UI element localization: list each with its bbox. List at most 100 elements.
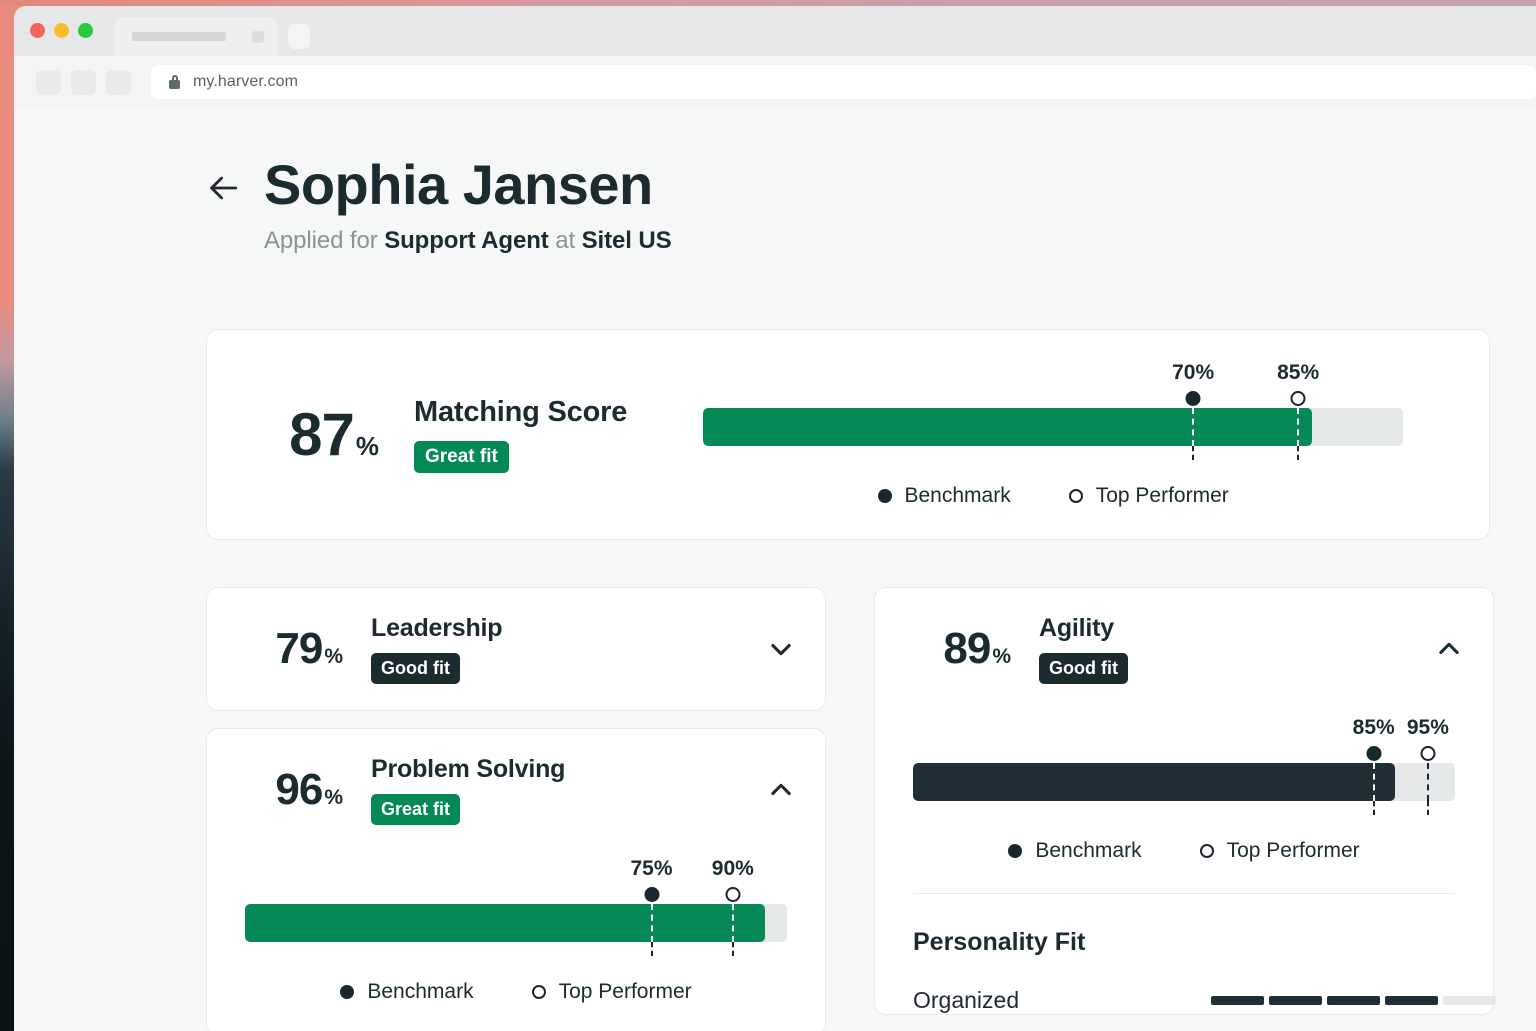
- back-nav-button[interactable]: [36, 70, 61, 95]
- progress-bar-track: [245, 904, 787, 942]
- tab-title-placeholder: [132, 32, 226, 41]
- back-arrow-icon[interactable]: [206, 171, 240, 205]
- legend-top-performer-label: Top Performer: [1227, 839, 1360, 863]
- minimize-window-button[interactable]: [54, 23, 69, 38]
- right-category-column: 89%AgilityGood fit 85% 95% Benchmark Top Per…: [874, 587, 1494, 1031]
- top-performer-marker-label: 90%: [712, 857, 754, 881]
- browser-window: my.harver.com Sophia Jansen Applied fo: [14, 6, 1536, 1031]
- benchmark-bar-dash: [1373, 763, 1375, 801]
- legend-benchmark: Benchmark: [1008, 839, 1141, 863]
- matching-score-percent-symbol: %: [356, 431, 379, 462]
- legend-benchmark: Benchmark: [340, 980, 473, 1004]
- matching-score-bar-chart: 70% 85% Benchmark Top Performer: [703, 361, 1403, 508]
- page-background: my.harver.com Sophia Jansen Applied fo: [0, 0, 1536, 1031]
- category-header-toggle[interactable]: 96% Problem Solving Great fit: [207, 729, 825, 851]
- category-body: 75% 90% Benchmark Top Performer: [207, 851, 825, 1031]
- lock-icon: [169, 75, 180, 89]
- benchmark-legend-dot-icon: [340, 985, 354, 999]
- category-title: Agility: [1039, 614, 1128, 643]
- window-controls[interactable]: [30, 23, 93, 38]
- benchmark-marker-tail: [1192, 446, 1194, 460]
- category-score-number: 79: [275, 627, 322, 671]
- progress-bar-fill: [913, 763, 1395, 801]
- benchmark-marker-label: 75%: [630, 857, 672, 881]
- category-score: 79%: [207, 627, 343, 671]
- trait-rating-segment: [1443, 996, 1496, 1005]
- category-score: 96%: [207, 768, 343, 812]
- top-performer-bar-dash: [1427, 763, 1429, 801]
- trait-rating-segment: [1211, 996, 1264, 1005]
- top-performer-marker-label: 85%: [1277, 361, 1319, 385]
- category-fit-badge: Great fit: [371, 794, 460, 825]
- matching-score-value: 87 %: [207, 405, 379, 465]
- category-title: Leadership: [371, 614, 502, 643]
- bar-marker-tails: [245, 942, 787, 958]
- address-bar-url: my.harver.com: [193, 73, 298, 91]
- subtitle-middle: at: [549, 227, 582, 254]
- bar-marker-labels: 75% 90%: [245, 857, 787, 887]
- browser-toolbar: my.harver.com: [14, 56, 1536, 108]
- progress-bar-fill: [703, 408, 1312, 446]
- top-performer-bar-dash: [1297, 408, 1299, 446]
- subtitle-role: Support Agent: [384, 227, 548, 254]
- subtitle-company: Sitel US: [582, 227, 672, 254]
- progress-bar-track: [913, 763, 1455, 801]
- top-performer-bar-dash: [732, 904, 734, 942]
- browser-tab[interactable]: [114, 17, 278, 56]
- benchmark-marker-label: 70%: [1172, 361, 1214, 385]
- matching-score-fit-badge: Great fit: [414, 441, 509, 473]
- tab-close-icon[interactable]: [252, 31, 264, 43]
- benchmark-marker-label: 85%: [1353, 716, 1395, 740]
- bar-marker-heads: [245, 887, 787, 904]
- category-label-block: Problem Solving Great fit: [371, 755, 565, 825]
- top-performer-legend-ring-icon: [532, 985, 546, 999]
- trait-rating-segment: [1269, 996, 1322, 1005]
- chevron-up-icon[interactable]: [1435, 635, 1463, 663]
- maximize-window-button[interactable]: [78, 23, 93, 38]
- reload-nav-button[interactable]: [106, 70, 131, 95]
- subtitle-prefix: Applied for: [264, 227, 384, 254]
- chevron-up-icon[interactable]: [767, 776, 795, 804]
- legend-benchmark-label: Benchmark: [367, 980, 473, 1004]
- benchmark-legend-dot-icon: [1008, 844, 1022, 858]
- benchmark-marker-dot: [1366, 746, 1381, 761]
- chevron-down-icon[interactable]: [767, 635, 795, 663]
- page-title: Sophia Jansen: [264, 156, 653, 215]
- trait-name: Organized: [913, 987, 1211, 1014]
- legend-top-performer: Top Performer: [532, 980, 692, 1004]
- top-performer-legend-ring-icon: [1200, 844, 1214, 858]
- address-bar[interactable]: my.harver.com: [151, 65, 1536, 99]
- benchmark-marker-tail: [651, 942, 653, 956]
- category-card: 96% Problem Solving Great fit 75% 90% Benchma…: [206, 728, 826, 1031]
- category-label-block: AgilityGood fit: [1039, 614, 1128, 684]
- category-header-toggle[interactable]: 79%LeadershipGood fit: [207, 588, 825, 710]
- top-performer-marker-tail: [1297, 446, 1299, 460]
- category-card: 79%LeadershipGood fit: [206, 587, 826, 711]
- top-performer-marker-ring: [1420, 746, 1435, 761]
- benchmark-bar-dash: [1192, 408, 1194, 446]
- legend-benchmark: Benchmark: [878, 484, 1011, 508]
- legend-top-performer-label: Top Performer: [1096, 484, 1229, 508]
- bar-marker-tails: [913, 801, 1455, 817]
- category-score-percent-symbol: %: [324, 786, 343, 810]
- top-performer-marker-tail: [1427, 801, 1429, 815]
- progress-bar-fill: [245, 904, 765, 942]
- top-performer-marker-ring: [725, 887, 740, 902]
- progress-bar-track: [703, 408, 1403, 446]
- category-header-toggle[interactable]: 89%AgilityGood fit: [875, 588, 1493, 710]
- bar-legend: Benchmark Top Performer: [913, 839, 1455, 863]
- bar-marker-labels: 85% 95%: [913, 716, 1455, 746]
- personality-trait-row: Organized: [913, 957, 1455, 1014]
- forward-nav-button[interactable]: [71, 70, 96, 95]
- close-window-button[interactable]: [30, 23, 45, 38]
- benchmark-legend-dot-icon: [878, 489, 892, 503]
- bar-marker-heads: [913, 746, 1455, 763]
- trait-rating-segment: [1385, 996, 1438, 1005]
- benchmark-marker-dot: [1186, 391, 1201, 406]
- new-tab-button[interactable]: [288, 24, 310, 49]
- page-content: Sophia Jansen Applied for Support Agent …: [14, 108, 1536, 255]
- top-performer-marker-label: 95%: [1407, 716, 1449, 740]
- top-performer-marker-tail: [732, 942, 734, 956]
- legend-top-performer: Top Performer: [1069, 484, 1229, 508]
- category-title: Problem Solving: [371, 755, 565, 784]
